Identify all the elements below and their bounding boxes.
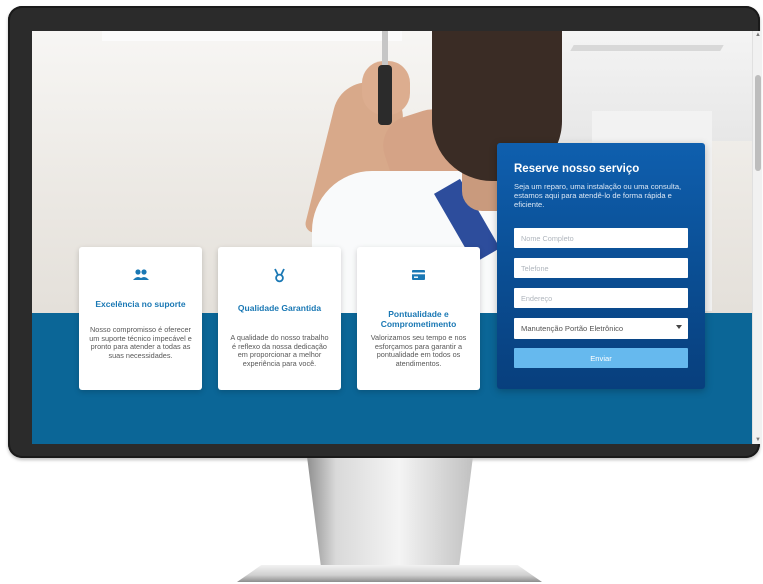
card-text: Valorizamos seu tempo e nos esforçamos p… bbox=[370, 333, 467, 368]
form-title: Reserve nosso serviço bbox=[514, 163, 640, 175]
monitor-frame: Excelência no suporte Nosso compromisso … bbox=[8, 6, 762, 458]
submit-button[interactable]: Enviar bbox=[514, 348, 688, 368]
users-icon bbox=[79, 267, 202, 283]
card-text: A qualidade do nosso trabalho é reflexo … bbox=[230, 333, 329, 368]
address-input[interactable] bbox=[514, 288, 688, 308]
card-title: Pontualidade e Comprometimento bbox=[380, 309, 457, 329]
monitor-stand bbox=[307, 458, 473, 572]
card-title: Qualidade Garantida bbox=[237, 303, 322, 313]
feature-card-quality: Qualidade Garantida A qualidade do nosso… bbox=[218, 247, 341, 390]
credit-card-icon bbox=[357, 267, 480, 283]
award-ribbon-icon bbox=[218, 267, 341, 283]
scroll-down-icon[interactable]: ▼ bbox=[754, 437, 762, 443]
card-text: Nosso compromisso é oferecer um suporte … bbox=[89, 325, 192, 360]
browser-screen: Excelência no suporte Nosso compromisso … bbox=[32, 31, 762, 444]
booking-form: Reserve nosso serviço Seja um reparo, um… bbox=[497, 143, 705, 389]
scroll-up-icon[interactable]: ▲ bbox=[754, 32, 762, 38]
feature-card-punctuality: Pontualidade e Comprometimento Valorizam… bbox=[357, 247, 480, 390]
service-select-value: Manutenção Portão Eletrônico bbox=[521, 324, 624, 333]
scrollbar[interactable]: ▲ ▼ bbox=[752, 31, 762, 444]
feature-card-support: Excelência no suporte Nosso compromisso … bbox=[79, 247, 202, 390]
monitor-base bbox=[237, 565, 542, 582]
ceiling-beam bbox=[570, 45, 724, 51]
name-input[interactable] bbox=[514, 228, 688, 248]
scroll-thumb[interactable] bbox=[755, 75, 761, 171]
phone-input[interactable] bbox=[514, 258, 688, 278]
service-select[interactable]: Manutenção Portão Eletrônico bbox=[514, 318, 688, 339]
card-title: Excelência no suporte bbox=[95, 299, 186, 309]
screwdriver-handle bbox=[378, 65, 392, 125]
form-description: Seja um reparo, uma instalação ou uma co… bbox=[514, 182, 682, 209]
ceiling-light bbox=[102, 31, 402, 41]
chevron-down-icon bbox=[676, 325, 682, 329]
